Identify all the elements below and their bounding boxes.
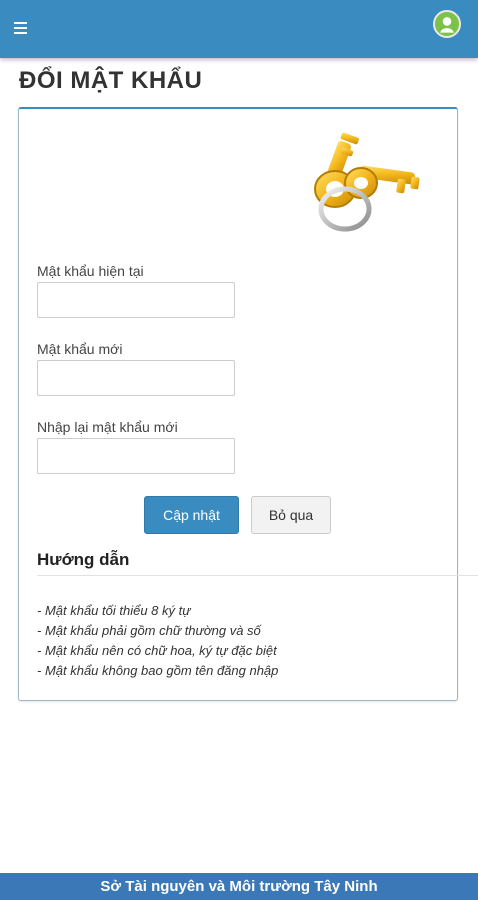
update-button[interactable]: Cập nhật <box>144 496 239 534</box>
guide-item: - Mật khẩu không bao gồm tên đăng nhập <box>37 663 279 678</box>
page-title: ĐỔI MẬT KHẨU <box>19 67 203 94</box>
guide-title: Hướng dẫn <box>37 550 130 569</box>
guide-divider <box>37 575 478 576</box>
guide-list: - Mật khẩu tối thiểu 8 ký tự - Mật khẩu … <box>37 601 278 681</box>
new-password-input[interactable] <box>37 360 235 396</box>
footer-banner: Sở Tài nguyên và Môi trường Tây Ninh <box>0 873 478 900</box>
confirm-password-input[interactable] <box>37 438 235 474</box>
new-password-label: Mật khẩu mới <box>37 341 123 357</box>
skip-button[interactable]: Bỏ qua <box>251 496 331 534</box>
change-password-panel: Mật khẩu hiện tại Mật khẩu mới Nhập lại … <box>18 107 478 701</box>
user-avatar-icon[interactable] <box>433 10 461 38</box>
footer-text: Sở Tài nguyên và Môi trường Tây Ninh <box>100 878 378 895</box>
guide-item: - Mật khẩu nên có chữ hoa, ký tự đặc biệ… <box>37 643 277 658</box>
current-password-label: Mật khẩu hiện tại <box>37 263 144 279</box>
hamburger-menu-icon[interactable] <box>14 19 36 39</box>
guide-item: - Mật khẩu phải gồm chữ thường và số <box>37 623 261 638</box>
current-password-input[interactable] <box>37 282 235 318</box>
top-app-bar <box>0 0 478 58</box>
confirm-password-label: Nhập lại mật khẩu mới <box>37 419 178 435</box>
keys-icon <box>314 132 420 232</box>
guide-item: - Mật khẩu tối thiểu 8 ký tự <box>37 603 191 618</box>
